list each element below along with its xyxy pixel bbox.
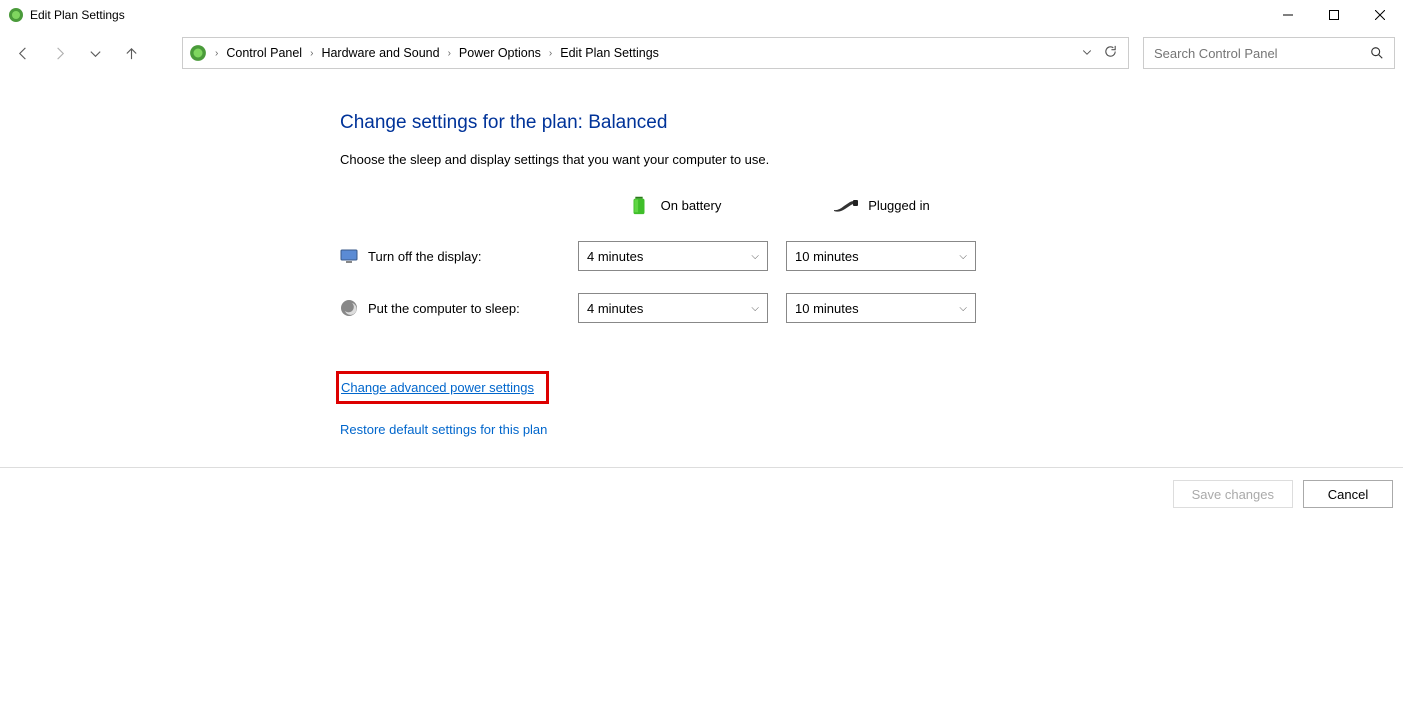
main-content: Change settings for the plan: Balanced C…	[0, 76, 1403, 437]
column-on-battery: On battery	[578, 191, 768, 219]
bottom-bar: Save changes Cancel	[0, 467, 1403, 508]
row-sleep: Put the computer to sleep:	[340, 299, 560, 317]
chevron-right-icon[interactable]: ›	[547, 48, 554, 59]
dropdown-sleep-battery[interactable]: 4 minutes ⌵	[578, 293, 768, 323]
dropdown-sleep-battery-value: 4 minutes	[587, 301, 643, 316]
save-button[interactable]: Save changes	[1173, 480, 1293, 508]
back-button[interactable]	[8, 38, 38, 68]
search-box[interactable]	[1143, 37, 1395, 69]
address-bar[interactable]: › Control Panel › Hardware and Sound › P…	[182, 37, 1129, 69]
window-title: Edit Plan Settings	[30, 8, 1265, 22]
plug-icon	[832, 191, 860, 219]
chevron-down-icon: ⌵	[959, 303, 967, 314]
dropdown-sleep-plugged[interactable]: 10 minutes ⌵	[786, 293, 976, 323]
page-heading: Change settings for the plan: Balanced	[340, 112, 1403, 134]
address-dropdown-button[interactable]	[1081, 46, 1093, 61]
links-section: Change advanced power settings Restore d…	[340, 371, 1403, 437]
chevron-right-icon[interactable]: ›	[213, 48, 220, 59]
refresh-button[interactable]	[1103, 44, 1118, 62]
toolbar: › Control Panel › Hardware and Sound › P…	[0, 30, 1403, 76]
chevron-right-icon[interactable]: ›	[446, 48, 453, 59]
column-on-battery-label: On battery	[661, 198, 722, 213]
chevron-down-icon: ⌵	[751, 251, 759, 262]
row-sleep-label: Put the computer to sleep:	[368, 301, 520, 316]
maximize-button[interactable]	[1311, 0, 1357, 30]
cancel-button[interactable]: Cancel	[1303, 480, 1393, 508]
sleep-icon	[340, 299, 358, 317]
dropdown-sleep-plugged-value: 10 minutes	[795, 301, 859, 316]
settings-grid: On battery Plugged in Turn off the displ…	[340, 191, 1403, 323]
dropdown-display-battery[interactable]: 4 minutes ⌵	[578, 241, 768, 271]
highlight-annotation: Change advanced power settings	[336, 371, 549, 404]
control-panel-icon	[189, 44, 207, 62]
column-plugged-in: Plugged in	[786, 191, 976, 219]
link-change-advanced[interactable]: Change advanced power settings	[341, 380, 534, 395]
dropdown-display-battery-value: 4 minutes	[587, 249, 643, 264]
row-turn-off-display: Turn off the display:	[340, 247, 560, 265]
display-icon	[340, 247, 358, 265]
chevron-down-icon: ⌵	[959, 251, 967, 262]
breadcrumb-hardware-sound[interactable]: Hardware and Sound	[317, 46, 443, 60]
chevron-down-icon: ⌵	[751, 303, 759, 314]
window-controls	[1265, 0, 1403, 30]
breadcrumb-edit-plan-settings[interactable]: Edit Plan Settings	[556, 46, 663, 60]
forward-button[interactable]	[44, 38, 74, 68]
battery-icon	[625, 191, 653, 219]
recent-locations-button[interactable]	[80, 38, 110, 68]
link-restore-defaults[interactable]: Restore default settings for this plan	[340, 422, 547, 437]
chevron-right-icon[interactable]: ›	[308, 48, 315, 59]
breadcrumb-control-panel[interactable]: Control Panel	[222, 46, 306, 60]
titlebar: Edit Plan Settings	[0, 0, 1403, 30]
search-icon[interactable]	[1370, 46, 1384, 60]
control-panel-icon	[8, 7, 24, 23]
up-button[interactable]	[116, 38, 146, 68]
dropdown-display-plugged-value: 10 minutes	[795, 249, 859, 264]
breadcrumb-power-options[interactable]: Power Options	[455, 46, 545, 60]
minimize-button[interactable]	[1265, 0, 1311, 30]
search-input[interactable]	[1154, 46, 1370, 61]
page-subtext: Choose the sleep and display settings th…	[340, 152, 1403, 167]
column-plugged-in-label: Plugged in	[868, 198, 929, 213]
close-button[interactable]	[1357, 0, 1403, 30]
dropdown-display-plugged[interactable]: 10 minutes ⌵	[786, 241, 976, 271]
row-turn-off-display-label: Turn off the display:	[368, 249, 481, 264]
